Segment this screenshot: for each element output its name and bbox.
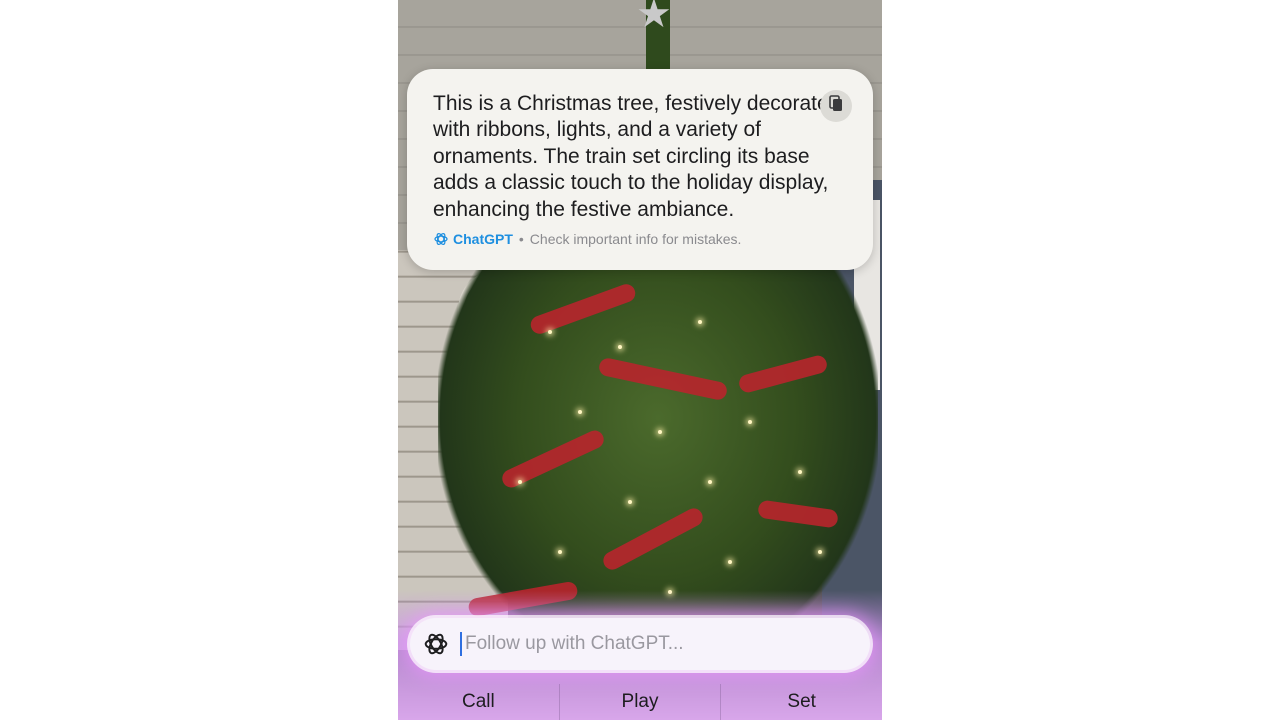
disclaimer-text: Check important info for mistakes. (529, 231, 742, 247)
chatgpt-logo-icon (422, 630, 450, 658)
suggestion-bar: Call Play Set (398, 684, 882, 720)
photo-light (798, 470, 802, 474)
phone-screen: ★ This is a Christmas tree, festively de… (398, 0, 882, 720)
copy-button[interactable] (820, 90, 852, 122)
photo-light (698, 320, 702, 324)
photo-light (728, 560, 732, 564)
tree-star-icon: ★ (636, 0, 672, 36)
chatgpt-response-card: This is a Christmas tree, festively deco… (407, 69, 873, 270)
photo-light (818, 550, 822, 554)
suggestion-set[interactable]: Set (721, 684, 882, 720)
photo-light (708, 480, 712, 484)
photo-light (618, 345, 622, 349)
photo-light (628, 500, 632, 504)
response-footer: ChatGPT • Check important info for mista… (433, 230, 741, 248)
source-name[interactable]: ChatGPT (453, 231, 513, 247)
photo-light (548, 330, 552, 334)
suggestion-play[interactable]: Play (560, 684, 722, 720)
followup-input[interactable] (463, 632, 847, 656)
response-text: This is a Christmas tree, festively deco… (433, 92, 841, 221)
text-caret (460, 632, 462, 656)
photo-light (658, 430, 662, 434)
footer-separator: • (518, 231, 524, 247)
followup-input-container[interactable] (410, 618, 870, 670)
copy-icon (828, 94, 844, 118)
chatgpt-logo-icon (433, 231, 449, 247)
photo-light (578, 410, 582, 414)
photo-light (748, 420, 752, 424)
photo-light (518, 480, 522, 484)
photo-light (558, 550, 562, 554)
suggestion-call[interactable]: Call (398, 684, 560, 720)
